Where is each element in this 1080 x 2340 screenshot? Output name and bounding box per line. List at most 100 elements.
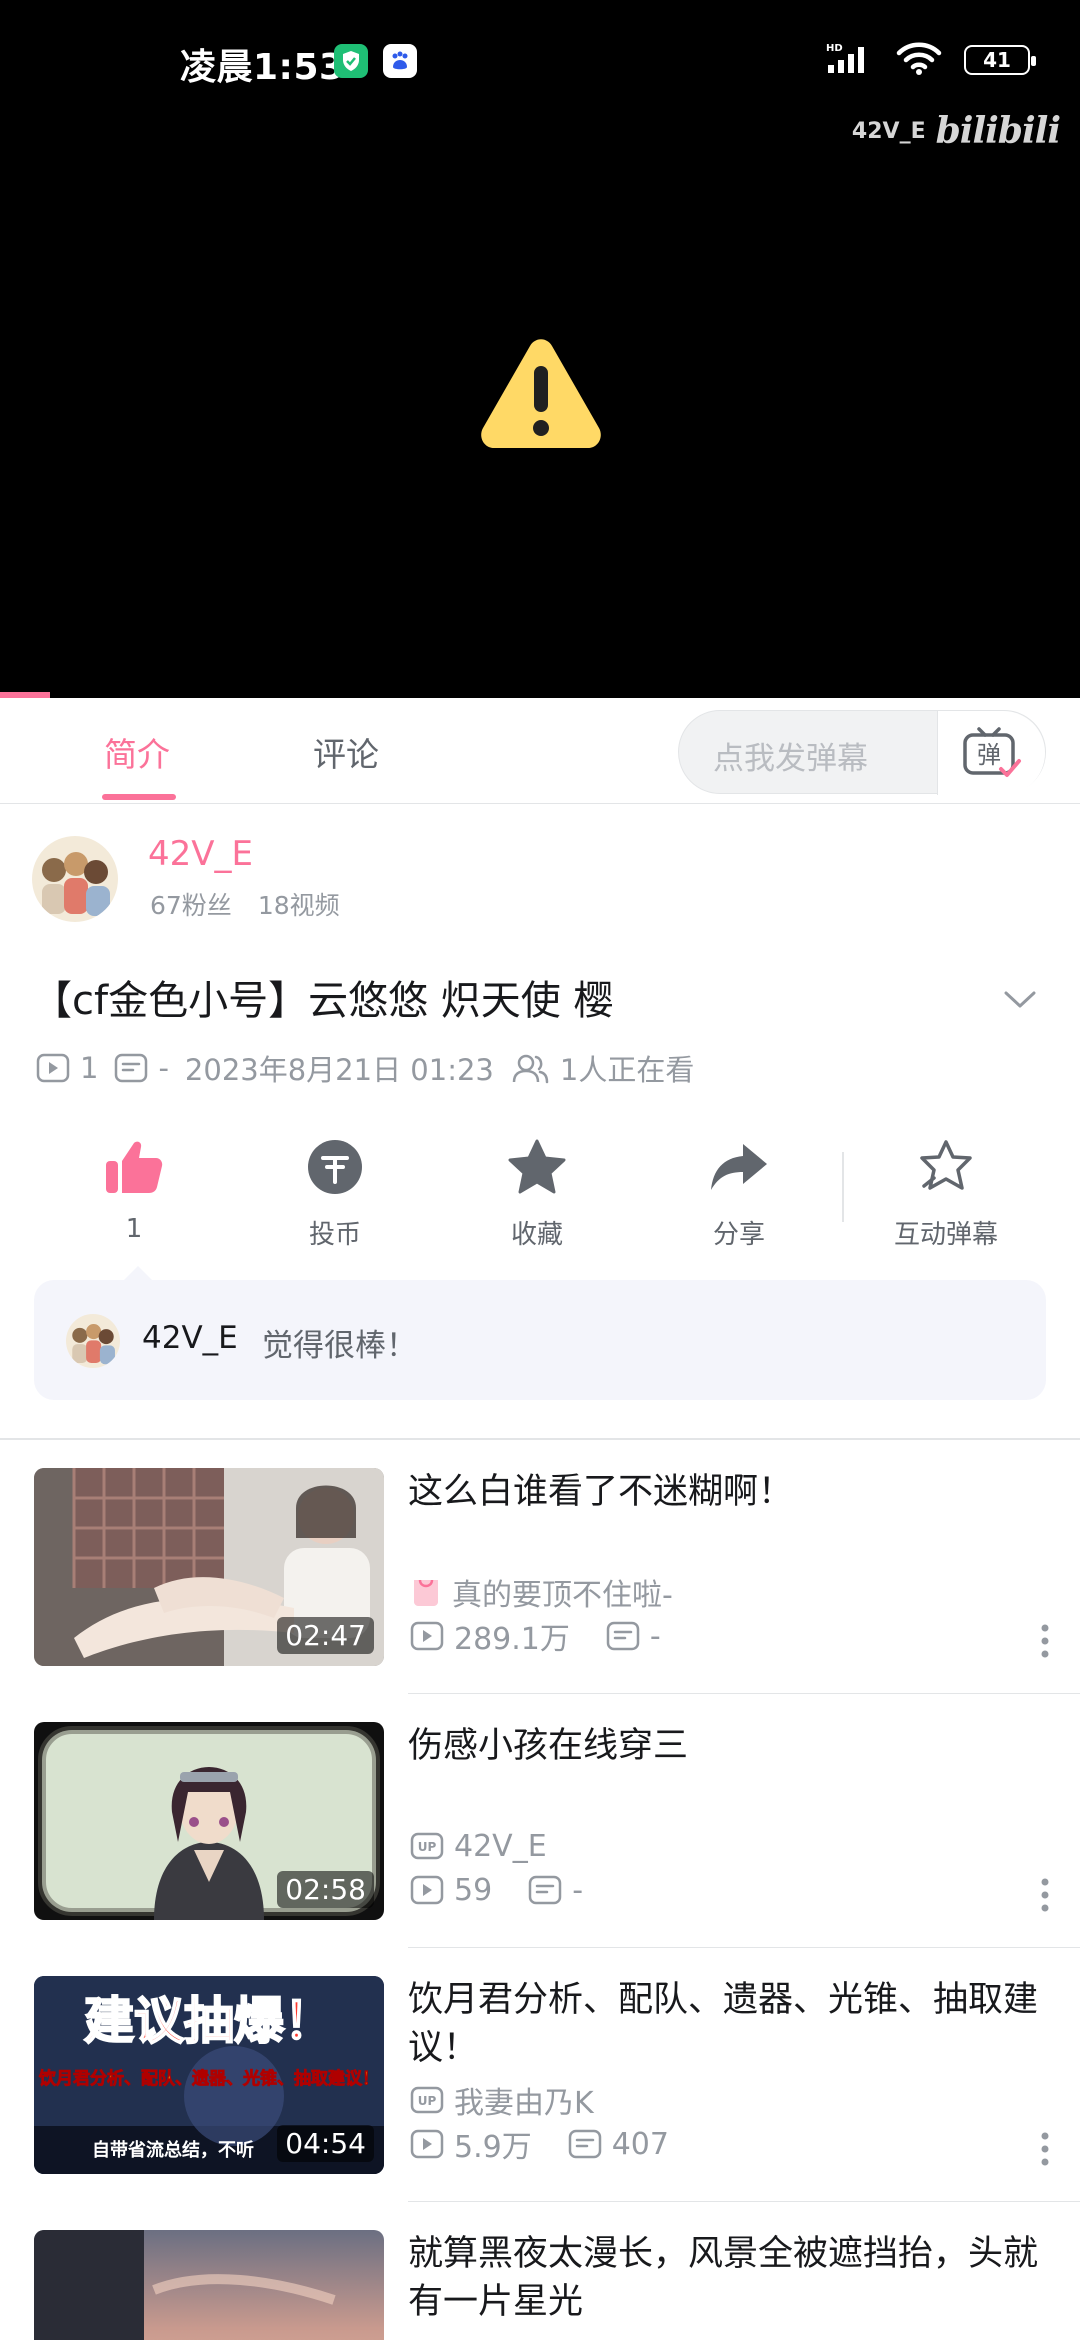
like-count: 1: [125, 1214, 143, 1244]
uploader-label: 我妻由乃K: [454, 2086, 594, 2121]
related-video-stats: 5.9万 407: [410, 2124, 669, 2165]
signal-icon: HD: [826, 41, 874, 79]
uploader-label: 真的要顶不住啦-: [452, 1578, 673, 1613]
video-duration: 02:58: [277, 1871, 374, 1908]
svg-text:建议抽爆！: 建议抽爆！: [84, 1992, 334, 2050]
thumbs-up-icon: [106, 1141, 163, 1193]
related-danmaku: 407: [611, 2126, 669, 2162]
related-danmaku: -: [572, 1872, 584, 1908]
watermark-user: 42V_E: [851, 118, 926, 144]
wifi-icon: [896, 41, 942, 79]
related-video-title[interactable]: 饮月君分析、配队、遗器、光锥、抽取建议！: [408, 1976, 1048, 2072]
video-player[interactable]: 凌晨1:53 HD 41 42V_E bilibili: [0, 0, 1080, 698]
favorite-button[interactable]: 收藏: [467, 1134, 607, 1251]
more-options-icon[interactable]: [1040, 1878, 1050, 1912]
action-row: 1 投币 收藏 分享 互动弹幕: [0, 1134, 1080, 1254]
danmaku-count-icon: [606, 1621, 640, 1651]
danmaku-input[interactable]: 点我发弹幕 弹: [678, 710, 1046, 795]
star-icon: [508, 1139, 566, 1194]
status-bar: 凌晨1:53 HD 41: [0, 0, 1080, 120]
svg-text:HD: HD: [826, 43, 843, 54]
liker-text: 觉得很棒！: [262, 1328, 417, 1364]
danmaku-count-icon: [568, 2129, 601, 2159]
uploader-name[interactable]: 42V_E: [148, 834, 253, 874]
video-thumbnail[interactable]: 02:58: [34, 1722, 384, 1920]
related-video-item[interactable]: 02:47 这么白谁看了不迷糊啊！ 真的要顶不住啦- 289.1万 -: [0, 1440, 1080, 1694]
up-badge-icon: UP: [410, 2086, 444, 2114]
related-video-stats: 59 -: [410, 1870, 583, 1910]
related-video-stats: 289.1万 -: [410, 1616, 661, 1657]
status-indicators: HD 41: [826, 40, 1036, 80]
play-count-icon: [36, 1053, 70, 1083]
uploader-label: 42V_E: [454, 1828, 547, 1864]
video-duration: 04:54: [277, 2125, 374, 2162]
video-thumbnail[interactable]: 建议抽爆！ 饮月君分析、配队、遗器、光锥、抽取建议！ 自带省流总结，不听 04:…: [34, 1976, 384, 2174]
liker-name[interactable]: 42V_E: [142, 1320, 238, 1356]
uploader-fans: 67粉丝: [150, 891, 232, 920]
related-video-item[interactable]: 建议抽爆！ 饮月君分析、配队、遗器、光锥、抽取建议！ 自带省流总结，不听 04:…: [0, 1948, 1080, 2202]
bag-icon: [414, 1579, 438, 1606]
video-thumbnail[interactable]: [34, 2230, 384, 2340]
play-count-icon: [410, 1621, 444, 1651]
danmaku-count-icon: [528, 1875, 562, 1905]
video-thumbnail[interactable]: 02:47: [34, 1468, 384, 1666]
publish-date: 2023年8月21日 01:23: [184, 1053, 494, 1087]
uploader-avatar[interactable]: [32, 836, 118, 922]
warning-icon: [481, 339, 601, 448]
tab-comments[interactable]: 评论: [313, 728, 379, 776]
related-video-title[interactable]: 这么白谁看了不迷糊啊！: [408, 1468, 1048, 1516]
svg-text:弹: 弹: [977, 741, 1001, 769]
tab-active-indicator: [102, 794, 176, 800]
related-views: 5.9万: [454, 2130, 532, 2165]
danmaku-count-icon: [114, 1053, 148, 1083]
danmaku-placeholder: 点我发弹幕: [713, 741, 868, 777]
more-options-icon[interactable]: [1040, 2132, 1050, 2166]
interactive-danmaku-button[interactable]: 互动弹幕: [876, 1134, 1016, 1251]
related-views: 289.1万: [454, 1622, 570, 1657]
liker-avatar[interactable]: [66, 1314, 120, 1368]
video-meta: 1 - 2023年8月21日 01:23 1人正在看: [36, 1048, 694, 1088]
shield-app-icon: [334, 44, 368, 78]
video-duration: 02:47: [277, 1617, 374, 1654]
svg-text:UP: UP: [418, 2094, 437, 2108]
related-video-uploader[interactable]: 真的要顶不住啦-: [410, 1572, 673, 1613]
view-count: 1: [80, 1051, 99, 1085]
watching-count: 1人正在看: [559, 1053, 695, 1087]
status-time: 凌晨1:53: [180, 47, 345, 88]
watermark: 42V_E bilibili: [851, 110, 1061, 152]
uploader-video-count: 18视频: [257, 891, 340, 920]
play-count-icon: [410, 1875, 444, 1905]
related-video-title[interactable]: 就算黑夜太漫长，风景全被遮挡抬，头就有一片星光: [408, 2230, 1048, 2326]
coin-label: 投币: [308, 1220, 361, 1250]
tab-intro[interactable]: 简介: [104, 728, 170, 776]
interactive-danmaku-label: 互动弹幕: [893, 1220, 998, 1250]
play-count-icon: [410, 2129, 444, 2159]
watching-icon: [510, 1052, 550, 1084]
uploader-stats: 67粉丝 18视频: [150, 886, 340, 922]
related-danmaku: -: [649, 1618, 661, 1654]
related-video-item[interactable]: 就算黑夜太漫长，风景全被遮挡抬，头就有一片星光: [0, 2202, 1080, 2340]
share-icon: [711, 1144, 767, 1190]
danmaku-icon: 弹: [962, 727, 1021, 777]
svg-text:自带省流总结，不听: 自带省流总结，不听: [92, 2139, 254, 2161]
video-title: 【cf金色小号】云悠悠 炽天使 樱: [32, 978, 614, 1024]
related-views: 59: [454, 1872, 493, 1908]
share-label: 分享: [712, 1220, 765, 1250]
related-video-title[interactable]: 伤感小孩在线穿三: [408, 1722, 1048, 1770]
battery-icon: 41: [964, 45, 1036, 75]
related-video-uploader[interactable]: UP 我妻由乃K: [410, 2080, 594, 2121]
danmaku-count: -: [158, 1051, 169, 1085]
liker-bubble: 42V_E 觉得很棒！: [34, 1266, 1046, 1400]
danmaku-toggle-button[interactable]: 弹: [937, 711, 1045, 795]
chevron-down-icon[interactable]: [1000, 980, 1040, 1020]
baidu-app-icon: [383, 44, 417, 78]
related-video-item[interactable]: 02:58 伤感小孩在线穿三 UP 42V_E 59 -: [0, 1694, 1080, 1948]
share-button[interactable]: 分享: [669, 1134, 809, 1251]
up-badge-icon: UP: [410, 1832, 444, 1860]
coin-button[interactable]: 投币: [265, 1134, 405, 1251]
related-video-uploader[interactable]: UP 42V_E: [410, 1826, 547, 1866]
more-options-icon[interactable]: [1040, 1624, 1050, 1658]
bilibili-logo: bilibili: [935, 110, 1061, 152]
like-button[interactable]: 1: [64, 1134, 204, 1244]
svg-text:饮月君分析、配队、遗器、光锥、抽取建议！: 饮月君分析、配队、遗器、光锥、抽取建议！: [38, 2068, 379, 2089]
